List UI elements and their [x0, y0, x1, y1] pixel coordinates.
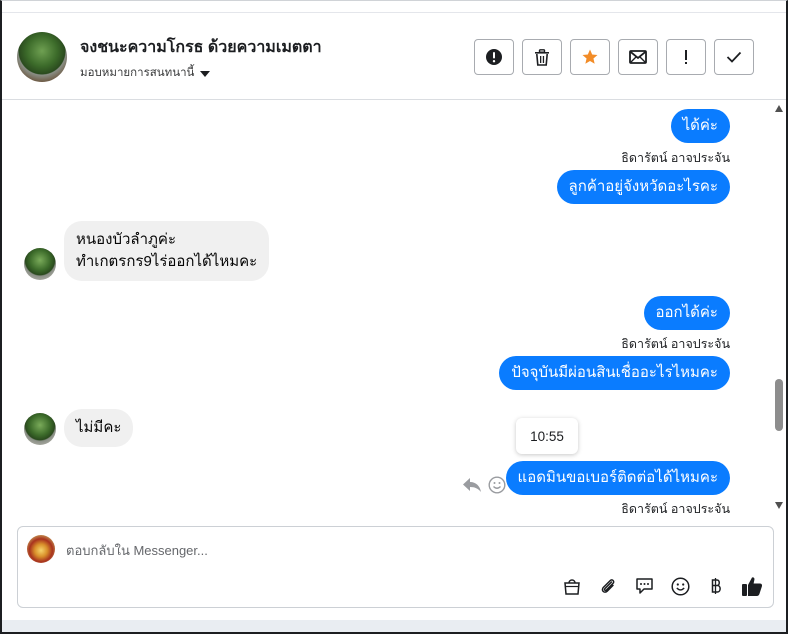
- reply-input[interactable]: ตอบกลับใน Messenger...: [66, 540, 208, 561]
- page-avatar: [27, 535, 55, 563]
- contact-avatar-small[interactable]: [24, 413, 56, 445]
- bottom-strip: [2, 620, 786, 632]
- message-thread[interactable]: ได้ค่ะ ธิดารัตน์ อาจประจัน ลูกค้าอยู่จัง…: [2, 101, 774, 513]
- reply-icon[interactable]: [462, 477, 482, 493]
- message-hover-actions: [462, 476, 506, 494]
- composer-actions: [561, 575, 763, 597]
- star-icon: [582, 49, 598, 64]
- caret-down-icon: [200, 70, 211, 77]
- exclamation-circle-icon: [486, 49, 502, 65]
- conversation-header: จงชนะความโกรธ ด้วยความเมตตา มอบหมายการสน…: [2, 12, 786, 100]
- thread-scrollbar[interactable]: [774, 101, 784, 513]
- conversation-toolbar: [474, 39, 754, 75]
- scrollbar-thumb[interactable]: [775, 379, 783, 431]
- sender-name: ธิดารัตน์ อาจประจัน: [621, 502, 730, 513]
- scroll-down-arrow-icon[interactable]: [775, 502, 783, 509]
- exclamation-icon: [685, 50, 687, 64]
- emoji-icon[interactable]: [669, 575, 691, 597]
- outgoing-message[interactable]: ลูกค้าอยู่จังหวัดอะไรคะ: [556, 170, 730, 204]
- sender-name: ธิดารัตน์ อาจประจัน: [621, 337, 730, 351]
- contact-avatar[interactable]: [17, 32, 67, 82]
- assign-conversation-dropdown[interactable]: มอบหมายการสนทนานี้: [80, 64, 211, 82]
- shop-bag-icon[interactable]: [561, 575, 583, 597]
- contact-avatar-small[interactable]: [24, 248, 56, 280]
- scroll-up-arrow-icon[interactable]: [775, 105, 783, 112]
- trash-icon: [535, 48, 549, 66]
- incoming-message[interactable]: ไม่มีคะ: [64, 409, 134, 447]
- thumbs-up-icon[interactable]: [741, 575, 763, 597]
- delete-button[interactable]: [522, 39, 562, 75]
- follow-up-button[interactable]: [666, 39, 706, 75]
- spam-button[interactable]: [474, 39, 514, 75]
- outgoing-message[interactable]: แอดมินขอเบอร์ติดต่อได้ไหมคะ: [505, 461, 730, 495]
- envelope-icon: [629, 50, 647, 64]
- check-icon: [726, 51, 742, 63]
- mark-done-button[interactable]: [714, 39, 754, 75]
- outgoing-message[interactable]: ปัจจุบันมีผ่อนสินเชื่ออะไรไหมคะ: [499, 356, 730, 390]
- message-line: หนองบัวลำภูค่ะ: [76, 231, 177, 248]
- outgoing-message[interactable]: ได้ค่ะ: [670, 109, 730, 143]
- assign-label: มอบหมายการสนทนานี้: [80, 67, 195, 79]
- reply-composer[interactable]: ตอบกลับใน Messenger...: [17, 526, 774, 608]
- mark-unread-button[interactable]: [618, 39, 658, 75]
- saved-replies-icon[interactable]: [633, 575, 655, 597]
- star-button[interactable]: [570, 39, 610, 75]
- attachment-icon[interactable]: [597, 575, 619, 597]
- message-line: ทำเกตรกร9ไร่ออกได้ไหมคะ: [76, 253, 258, 270]
- baht-payment-icon[interactable]: [705, 575, 727, 597]
- outgoing-message[interactable]: ออกได้ค่ะ: [643, 296, 730, 330]
- contact-name[interactable]: จงชนะความโกรธ ด้วยความเมตตา: [80, 35, 322, 60]
- react-emoji-icon[interactable]: [488, 476, 506, 494]
- timestamp-tooltip: 10:55: [516, 418, 578, 454]
- incoming-message[interactable]: หนองบัวลำภูค่ะ ทำเกตรกร9ไร่ออกได้ไหมคะ: [64, 221, 270, 281]
- sender-name: ธิดารัตน์ อาจประจัน: [621, 151, 730, 165]
